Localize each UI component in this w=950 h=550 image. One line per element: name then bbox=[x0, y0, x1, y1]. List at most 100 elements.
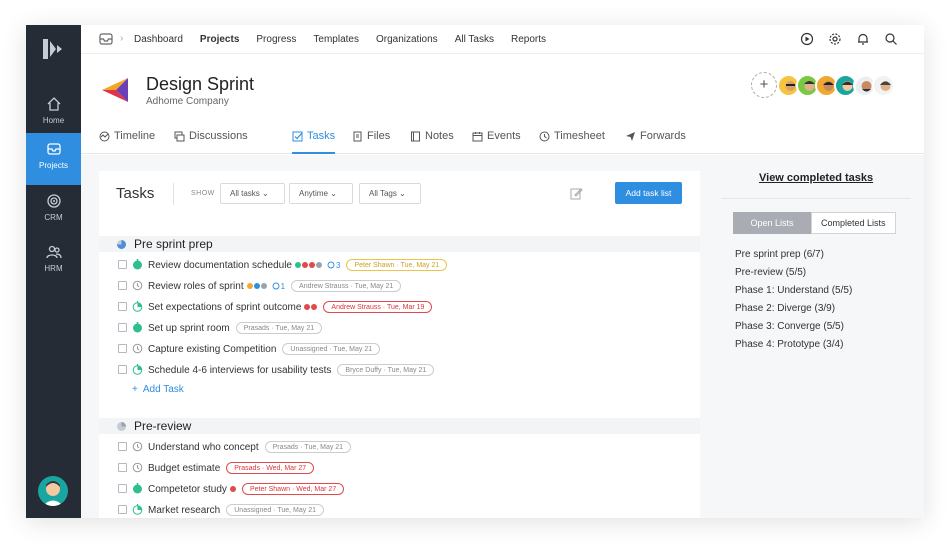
avatar[interactable] bbox=[872, 73, 895, 97]
task-checkbox[interactable] bbox=[118, 463, 127, 472]
assignee-badge[interactable]: Andrew Strauss · Tue, May 21 bbox=[291, 280, 402, 292]
top-navigation: › Dashboard Projects Progress Templates … bbox=[81, 25, 924, 54]
task-checkbox[interactable] bbox=[118, 260, 127, 269]
tab-events[interactable]: Events bbox=[472, 130, 521, 142]
chevron-down-icon: ⌄ bbox=[262, 189, 269, 198]
notes-icon bbox=[411, 131, 420, 141]
clock-icon bbox=[539, 131, 550, 141]
assignee-badge[interactable]: Prasads · Tue, May 21 bbox=[264, 441, 352, 453]
status-clock-icon bbox=[132, 441, 143, 452]
task-checkbox[interactable] bbox=[118, 442, 127, 451]
list-item[interactable]: Phase 3: Converge (5/5) bbox=[735, 318, 852, 336]
completed-lists-button[interactable]: Completed Lists bbox=[811, 212, 896, 234]
assignee-badge[interactable]: Bryce Duffy · Tue, May 21 bbox=[337, 364, 435, 376]
task-checkbox[interactable] bbox=[118, 484, 127, 493]
nav-link-projects[interactable]: Projects bbox=[200, 34, 239, 45]
chevron-down-icon: ⌄ bbox=[399, 189, 406, 198]
assignee-badge[interactable]: Peter Shawn · Wed, Mar 27 bbox=[241, 483, 345, 495]
user-avatar[interactable] bbox=[38, 476, 68, 506]
nav-link-templates[interactable]: Templates bbox=[313, 34, 359, 45]
task-row[interactable]: Set up sprint room Prasads · Tue, May 21 bbox=[99, 318, 700, 338]
task-checkbox[interactable] bbox=[118, 344, 127, 353]
tab-discussions[interactable]: Discussions bbox=[174, 130, 248, 142]
sidebar-item-label: HRM bbox=[44, 264, 63, 273]
assignee-badge[interactable]: Prasads · Tue, May 21 bbox=[235, 322, 323, 334]
task-checkbox[interactable] bbox=[118, 323, 127, 332]
task-checkbox[interactable] bbox=[118, 281, 127, 290]
sidebar-item-projects[interactable]: Projects bbox=[26, 133, 81, 185]
task-row[interactable]: Review roles of sprint 1 Andrew Strauss … bbox=[99, 276, 700, 296]
status-clock-icon bbox=[132, 280, 143, 291]
task-row[interactable]: Review documentation schedule 3 Peter Sh… bbox=[99, 255, 700, 275]
nav-link-dashboard[interactable]: Dashboard bbox=[134, 34, 183, 45]
assignee-badge[interactable]: Unassigned · Tue, May 21 bbox=[282, 343, 381, 355]
pie-progress-icon bbox=[117, 422, 126, 431]
search-icon[interactable] bbox=[884, 32, 898, 46]
list-item[interactable]: Pre-review (5/5) bbox=[735, 264, 852, 282]
edit-icon[interactable] bbox=[570, 187, 583, 200]
tab-timeline[interactable]: Timeline bbox=[99, 130, 155, 142]
sidebar-item-crm[interactable]: CRM bbox=[26, 185, 81, 237]
task-checkbox[interactable] bbox=[118, 302, 127, 311]
status-done-icon bbox=[133, 483, 142, 494]
tab-timesheet[interactable]: Timesheet bbox=[539, 130, 605, 142]
gear-icon[interactable] bbox=[828, 32, 842, 46]
status-done-icon bbox=[133, 322, 142, 333]
list-item[interactable]: Phase 2: Diverge (3/9) bbox=[735, 300, 852, 318]
comment-count[interactable]: 1 bbox=[272, 282, 285, 291]
tag-dots bbox=[304, 304, 318, 310]
task-row[interactable]: Competetor study Peter Shawn · Wed, Mar … bbox=[99, 479, 700, 499]
view-completed-tasks-link[interactable]: View completed tasks bbox=[759, 172, 873, 184]
filter-tasks-select[interactable]: All tasks ⌄ bbox=[220, 183, 285, 204]
list-item[interactable]: Pre sprint prep (6/7) bbox=[735, 246, 852, 264]
add-member-button[interactable]: + bbox=[751, 72, 777, 98]
app-window: Home Projects CRM HRM › Dashboard Projec… bbox=[26, 25, 924, 518]
filter-tags-select[interactable]: All Tags ⌄ bbox=[359, 183, 421, 204]
sidebar: Home Projects CRM HRM bbox=[26, 25, 81, 518]
inbox-home-icon[interactable] bbox=[99, 33, 113, 45]
task-group-header[interactable]: Pre sprint prep bbox=[99, 236, 700, 252]
task-row[interactable]: Budget estimate Prasads · Wed, Mar 27 bbox=[99, 458, 700, 478]
assignee-badge[interactable]: Andrew Strauss · Tue, Mar 19 bbox=[323, 301, 433, 313]
tab-files[interactable]: Files bbox=[352, 130, 390, 142]
nav-link-organizations[interactable]: Organizations bbox=[376, 34, 438, 45]
content-area: Tasks SHOW All tasks ⌄ Anytime ⌄ All Tag… bbox=[81, 155, 924, 518]
status-clock-icon bbox=[132, 343, 143, 354]
tab-forwards[interactable]: Forwards bbox=[625, 130, 686, 142]
add-task-list-button[interactable]: Add task list bbox=[615, 182, 682, 204]
nav-link-all-tasks[interactable]: All Tasks bbox=[455, 34, 494, 45]
filter-time-select[interactable]: Anytime ⌄ bbox=[289, 183, 353, 204]
assignee-badge[interactable]: Unassigned · Tue, May 21 bbox=[226, 504, 324, 516]
task-checkbox[interactable] bbox=[118, 505, 127, 514]
tag-dots bbox=[294, 262, 322, 268]
assignee-badge[interactable]: Peter Shawn · Tue, May 21 bbox=[346, 259, 448, 271]
task-row[interactable]: Understand who concept Prasads · Tue, Ma… bbox=[99, 437, 700, 457]
task-group-header[interactable]: Pre-review bbox=[99, 418, 700, 434]
top-nav-links: Dashboard Projects Progress Templates Or… bbox=[134, 34, 563, 45]
tab-notes[interactable]: Notes bbox=[410, 130, 454, 142]
project-logo-icon bbox=[102, 78, 128, 102]
list-item[interactable]: Phase 1: Understand (5/5) bbox=[735, 282, 852, 300]
assignee-badge[interactable]: Prasads · Wed, Mar 27 bbox=[226, 462, 315, 474]
pie-progress-icon bbox=[117, 240, 126, 249]
comment-count[interactable]: 3 bbox=[327, 261, 340, 270]
task-row[interactable]: Market research Unassigned · Tue, May 21 bbox=[99, 500, 700, 518]
play-icon[interactable] bbox=[800, 32, 814, 46]
divider bbox=[721, 198, 911, 199]
nav-link-progress[interactable]: Progress bbox=[256, 34, 296, 45]
sidebar-item-hrm[interactable]: HRM bbox=[26, 236, 81, 288]
bell-icon[interactable] bbox=[856, 32, 870, 46]
task-row[interactable]: Schedule 4-6 interviews for usability te… bbox=[99, 360, 700, 380]
open-lists-button[interactable]: Open Lists bbox=[733, 212, 811, 234]
task-checkbox[interactable] bbox=[118, 365, 127, 374]
task-row[interactable]: Set expectations of sprint outcome Andre… bbox=[99, 297, 700, 317]
task-row[interactable]: Capture existing Competition Unassigned … bbox=[99, 339, 700, 359]
app-logo-icon[interactable] bbox=[40, 37, 68, 61]
add-task-button[interactable]: + Add Task bbox=[132, 384, 184, 395]
status-progress-icon bbox=[132, 504, 143, 515]
page-title: Design Sprint bbox=[146, 74, 255, 94]
tab-tasks[interactable]: Tasks bbox=[292, 130, 336, 154]
list-item[interactable]: Phase 4: Prototype (3/4) bbox=[735, 336, 852, 354]
timeline-icon bbox=[99, 131, 110, 141]
nav-link-reports[interactable]: Reports bbox=[511, 34, 546, 45]
